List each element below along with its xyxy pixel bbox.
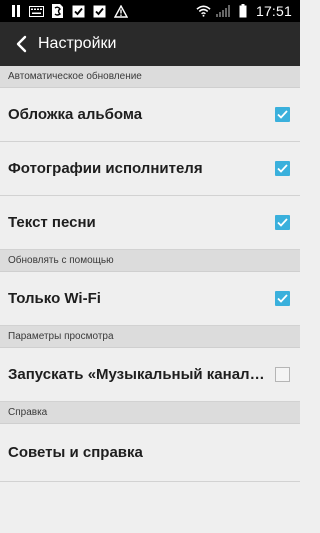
- battery-icon: [236, 4, 251, 18]
- setting-artist-photos[interactable]: Фотографии исполнителя: [0, 142, 300, 196]
- signal-icon: [216, 4, 231, 18]
- setting-label: Текст песни: [8, 214, 96, 231]
- wifi-only-checkbox[interactable]: [275, 291, 290, 306]
- status-bar-right-icons: 17:51: [196, 3, 300, 19]
- setting-music-channel[interactable]: Запускать «Музыкальный канал» ав...: [0, 348, 300, 402]
- warning-icon: [113, 4, 128, 18]
- checkmark-icon: [277, 164, 288, 173]
- section-header-auto-update: Автоматическое обновление: [0, 66, 300, 88]
- section-header-update-via: Обновлять с помощью: [0, 250, 300, 272]
- album-cover-checkbox[interactable]: [275, 107, 290, 122]
- setting-label: Запускать «Музыкальный канал» ав...: [8, 366, 269, 383]
- setting-wifi-only[interactable]: Только Wi-Fi: [0, 272, 300, 326]
- sim-icon: [50, 4, 65, 18]
- artist-photos-checkbox[interactable]: [275, 161, 290, 176]
- settings-list: Автоматическое обновление Обложка альбом…: [0, 66, 300, 482]
- checkbox-icon: [71, 4, 86, 18]
- keyboard-icon: [29, 4, 44, 18]
- section-header-help: Справка: [0, 402, 300, 424]
- setting-label: Обложка альбома: [8, 106, 143, 123]
- back-button[interactable]: [4, 22, 38, 66]
- setting-label: Советы и справка: [8, 444, 143, 461]
- setting-album-cover[interactable]: Обложка альбома: [0, 88, 300, 142]
- status-bar-time: 17:51: [255, 3, 292, 19]
- status-bar-left-icons: [0, 4, 128, 18]
- setting-label: Только Wi-Fi: [8, 290, 101, 307]
- checkmark-icon: [277, 110, 288, 119]
- music-channel-checkbox[interactable]: [275, 367, 290, 382]
- setting-lyrics[interactable]: Текст песни: [0, 196, 300, 250]
- section-header-view-options: Параметры просмотра: [0, 326, 300, 348]
- checkmark-icon: [277, 218, 288, 227]
- page-title: Настройки: [38, 35, 117, 52]
- lyrics-checkbox[interactable]: [275, 215, 290, 230]
- status-bar: 17:51: [0, 0, 300, 22]
- checkmark-icon: [277, 294, 288, 303]
- action-bar: Настройки: [0, 22, 300, 66]
- pause-icon: [8, 4, 23, 18]
- setting-label: Фотографии исполнителя: [8, 160, 203, 177]
- checkbox-icon: [92, 4, 107, 18]
- chevron-left-icon: [16, 35, 27, 53]
- wifi-icon: [196, 4, 211, 18]
- setting-tips-help[interactable]: Советы и справка: [0, 424, 300, 482]
